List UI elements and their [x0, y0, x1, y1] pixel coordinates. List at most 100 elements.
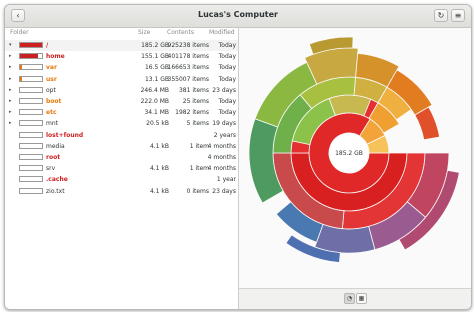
expander-icon[interactable]: ▸ — [9, 98, 12, 104]
folder-name: srv — [46, 165, 56, 173]
rings-chart-button[interactable]: ◔ — [344, 293, 355, 304]
folder-row[interactable]: root 4 months — [5, 152, 238, 163]
folder-contents: 355007 items — [167, 75, 210, 83]
folder-name: .cache — [46, 176, 68, 184]
folder-name: zio.txt — [46, 187, 65, 195]
expander-icon[interactable]: ▸ — [9, 120, 12, 126]
folder-modified: Today — [218, 53, 236, 61]
folder-name: etc — [46, 109, 57, 117]
expander-icon[interactable]: ▾ — [9, 42, 12, 48]
usage-bar — [19, 154, 43, 160]
usage-bar-fill — [20, 65, 22, 70]
usage-bar — [19, 165, 43, 172]
usage-bar-fill — [20, 76, 22, 81]
view-switcher-bar: ◔ ▦ — [239, 288, 471, 309]
usage-bar-fill — [20, 54, 39, 59]
folder-row[interactable]: ▸ opt 246.4 MB 381 items 23 days — [5, 85, 238, 96]
folder-modified: 23 days — [212, 86, 236, 94]
folder-row[interactable]: .cache 1 year — [5, 174, 238, 185]
folder-modified: Today — [218, 42, 236, 49]
folder-contents: 25 items — [182, 98, 209, 105]
folder-size: 13.1 GB — [144, 75, 169, 83]
folder-contents: 1982 items — [175, 109, 209, 117]
treemap-chart-icon: ▦ — [358, 295, 365, 302]
folder-contents: 401178 items — [167, 53, 210, 61]
usage-bar — [19, 53, 43, 60]
ring-segment[interactable] — [328, 94, 372, 117]
folder-modified: 23 days — [212, 187, 236, 195]
folder-modified: Today — [218, 75, 236, 83]
folder-name: usr — [46, 75, 57, 83]
folder-name: mnt — [46, 120, 58, 128]
refresh-button[interactable]: ↻ — [434, 9, 448, 22]
usage-bar — [19, 75, 43, 82]
folder-row[interactable]: ▸ etc 34.1 MB 1982 items Today — [5, 107, 238, 118]
usage-bar — [19, 98, 43, 104]
column-contents[interactable]: Contents — [167, 29, 194, 36]
folder-row[interactable]: ▸ mnt 20.5 kB 5 items 19 days — [5, 118, 238, 129]
folder-row[interactable]: srv 4.1 kB 1 item 4 months — [5, 163, 238, 174]
folder-modified: 4 months — [207, 154, 236, 161]
expander-icon[interactable]: ▸ — [9, 87, 12, 93]
titlebar: ‹ Lucas's Computer ↻ ≡ — [5, 5, 471, 28]
folder-name: root — [46, 154, 61, 161]
usage-bar — [19, 120, 43, 127]
column-size[interactable]: Size — [138, 29, 150, 36]
disk-usage-chart-panel: 185.2 GB — [239, 28, 471, 309]
chart-center-label: 185.2 GB — [335, 150, 363, 157]
folder-row[interactable]: ▸ home 155.1 GB 401178 items Today — [5, 51, 238, 62]
folder-contents: 1 item — [189, 142, 209, 150]
folder-name: / — [46, 42, 49, 49]
folder-contents: 0 items — [186, 187, 209, 195]
folder-size: 185.2 GB — [141, 42, 169, 49]
usage-bar-fill — [20, 43, 42, 47]
column-folder[interactable]: Folder — [10, 29, 29, 36]
expander-icon[interactable]: ▸ — [9, 109, 12, 115]
treemap-chart-button[interactable]: ▦ — [356, 293, 367, 304]
folder-row[interactable]: media 4.1 kB 1 item 4 months — [5, 141, 238, 152]
window-title: Lucas's Computer — [197, 10, 278, 19]
column-header: Folder Size Contents Modified — [5, 28, 238, 38]
menu-button[interactable]: ≡ — [451, 9, 465, 22]
expander-icon[interactable]: ▸ — [9, 76, 12, 82]
usage-bar — [19, 64, 43, 71]
usage-bar — [19, 42, 43, 48]
folder-name: opt — [46, 86, 56, 94]
folder-size: 20.5 kB — [146, 120, 169, 128]
expander-icon[interactable]: ▸ — [9, 64, 12, 70]
folder-contents: 1 item — [189, 165, 209, 173]
folder-row[interactable]: ▸ usr 13.1 GB 355007 items Today — [5, 74, 238, 85]
folder-row[interactable]: ▸ boot 222.0 MB 25 items Today — [5, 96, 238, 107]
column-modified[interactable]: Modified — [209, 29, 235, 36]
folder-size: 4.1 kB — [149, 142, 169, 150]
folder-size: 222.0 MB — [140, 98, 169, 105]
folder-modified: 1 year — [216, 176, 236, 184]
folder-modified: Today — [218, 64, 236, 72]
folder-size: 4.1 kB — [149, 187, 169, 195]
folder-name: boot — [46, 98, 62, 105]
folder-modified: 2 years — [213, 131, 236, 139]
usage-bar — [19, 142, 43, 149]
folder-contents: 166653 items — [167, 64, 210, 72]
folder-name: home — [46, 53, 65, 61]
folder-modified: Today — [218, 109, 236, 117]
folder-size: 246.4 MB — [140, 86, 169, 94]
rings-chart-icon: ◔ — [346, 295, 353, 302]
folder-contents: 925238 items — [167, 42, 210, 49]
folder-name: var — [46, 64, 57, 72]
folder-name: media — [46, 142, 65, 150]
folder-contents: 5 items — [186, 120, 209, 128]
usage-bar — [19, 176, 43, 183]
ring-segment[interactable] — [314, 223, 376, 254]
usage-bar — [19, 187, 43, 194]
folder-modified: 4 months — [207, 142, 236, 150]
folder-modified: 19 days — [212, 120, 236, 128]
sunburst-chart[interactable]: 185.2 GB — [239, 28, 471, 286]
folder-size: 155.1 GB — [141, 53, 169, 61]
folder-size: 16.5 GB — [144, 64, 169, 72]
folder-row[interactable]: lost+found 2 years — [5, 130, 238, 141]
expander-icon[interactable]: ▸ — [9, 53, 12, 59]
folder-row[interactable]: ▾ / 185.2 GB 925238 items Today — [5, 40, 238, 51]
folder-row[interactable]: zio.txt 4.1 kB 0 items 23 days — [5, 186, 238, 197]
folder-row[interactable]: ▸ var 16.5 GB 166653 items Today — [5, 62, 238, 73]
